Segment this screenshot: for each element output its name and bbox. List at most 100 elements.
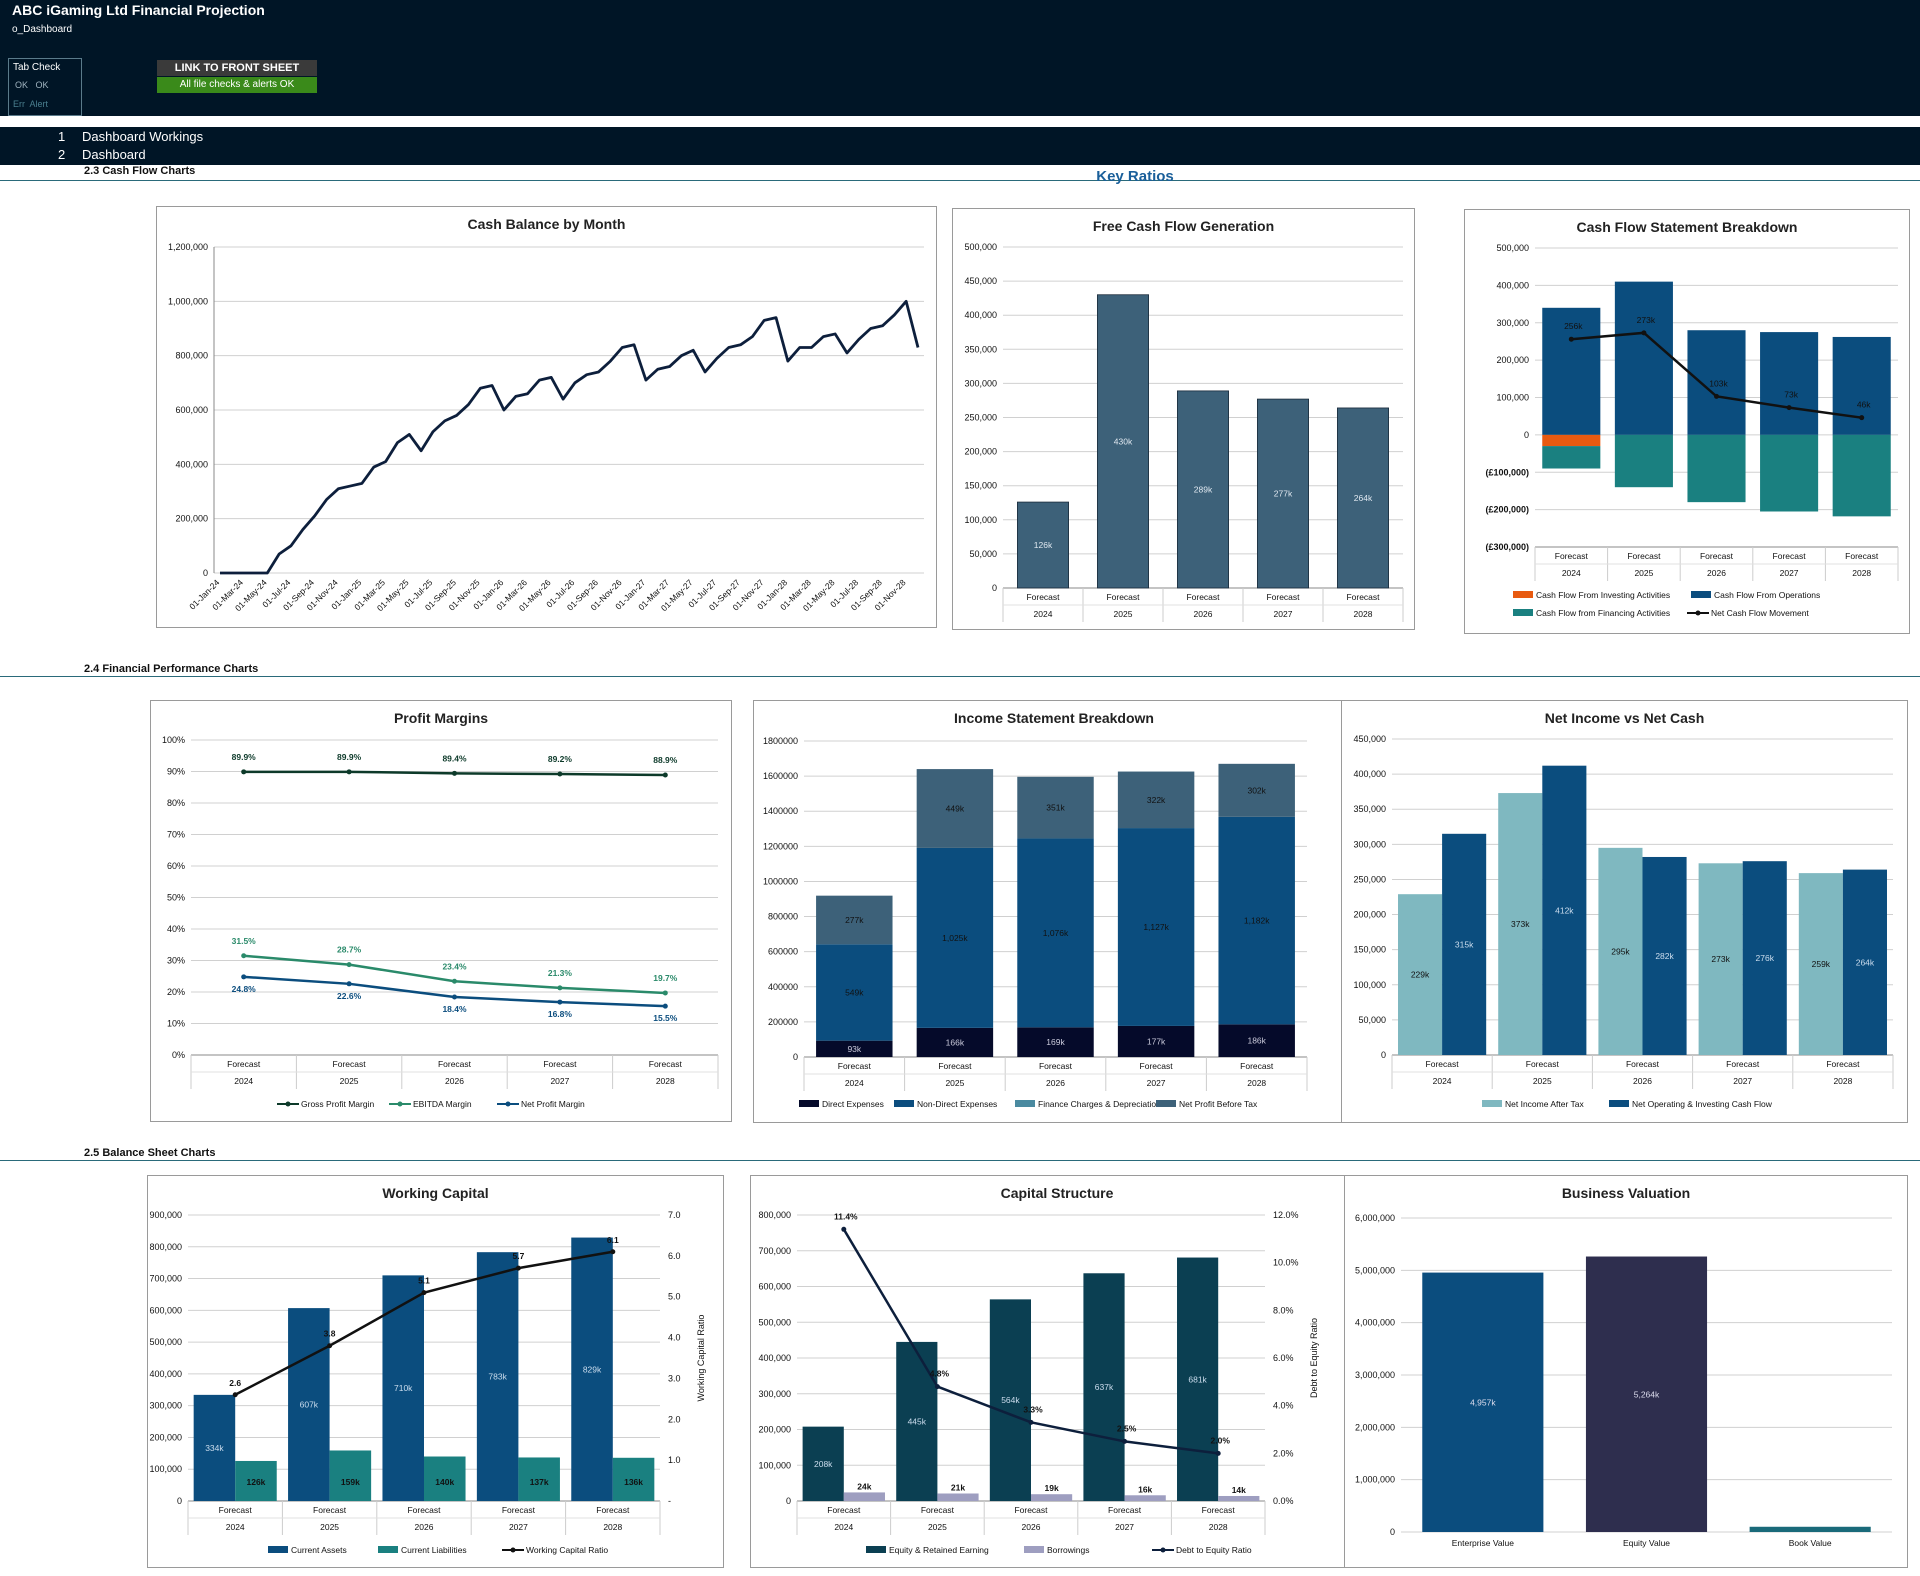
- y-tick-label: 0: [992, 583, 997, 593]
- data-label: 430k: [1114, 436, 1133, 446]
- data-label: 351k: [1046, 803, 1065, 813]
- chart-svg: Free Cash Flow Generation 0 50,000 100,000 1…: [964, 218, 1404, 622]
- nav-item-dashboard[interactable]: 2 Dashboard: [58, 147, 146, 162]
- x-tick-label: 2028: [1247, 1078, 1266, 1088]
- y-tick-label: 500,000: [758, 1317, 791, 1327]
- header-bar: ABC iGaming Ltd Financial Projection o_D…: [0, 0, 1920, 116]
- section-divider: [0, 676, 1920, 677]
- data-label: 24k: [857, 1481, 871, 1491]
- x-tick-label: Forecast: [1826, 1059, 1860, 1069]
- x-tick-label: Forecast: [1626, 1059, 1660, 1069]
- line-marker: [421, 1290, 427, 1296]
- data-label: 169k: [1046, 1037, 1065, 1047]
- data-label: 295k: [1611, 946, 1630, 956]
- data-label: 166k: [946, 1037, 965, 1047]
- nav-item-dashboard-workings[interactable]: 1 Dashboard Workings: [58, 129, 203, 144]
- chart-svg: Capital Structure 0 100,000 200,000 300,000 4…: [758, 1185, 1319, 1555]
- y-tick-label: 600,000: [149, 1305, 182, 1315]
- x-tick-label: Forecast: [1266, 592, 1300, 602]
- chart-profit-margins: Profit Margins 0% 10% 20% 30% 40% 50% 60% 70% 80%…: [150, 700, 732, 1122]
- chart-svg: Net Income vs Net Cash 0 50,000 100,000 150,…: [1353, 710, 1894, 1109]
- bar-working-capital: [329, 1450, 372, 1501]
- y-tick-label: 50,000: [1358, 1015, 1386, 1025]
- y-tick-label: 60%: [167, 861, 185, 871]
- legend-swatch: [1609, 1100, 1629, 1107]
- y-tick-label: 0: [1524, 430, 1529, 440]
- data-label: 73k: [1784, 390, 1798, 400]
- line-marker: [346, 769, 352, 775]
- x-tick-label: Forecast: [827, 1505, 861, 1515]
- data-label: 15.5%: [653, 1013, 678, 1023]
- y-tick-label: 100,000: [1353, 980, 1386, 990]
- x-tick-label: Forecast: [1202, 1505, 1236, 1515]
- y2-tick-label: 1.0: [668, 1455, 681, 1465]
- x-tick-label: Forecast: [1526, 1059, 1560, 1069]
- data-label: 126k: [247, 1477, 266, 1487]
- y-tick-label: 400,000: [175, 459, 208, 469]
- bar-valuation: [1749, 1526, 1871, 1532]
- section-heading-balance-sheet: 2.5 Balance Sheet Charts: [84, 1147, 216, 1159]
- y2-tick-label: 4.0: [668, 1333, 681, 1343]
- bar-investing: [1542, 434, 1601, 447]
- y-tick-label: 1200000: [763, 841, 798, 851]
- legend-label: Non-Direct Expenses: [917, 1099, 997, 1109]
- line-marker: [557, 771, 563, 777]
- line-marker: [557, 999, 563, 1005]
- x-tick-label: Forecast: [1240, 1061, 1274, 1071]
- y2-tick-label: -: [668, 1496, 671, 1506]
- legend-label: Cash Flow From Operations: [1714, 590, 1820, 600]
- chart-business-valuation: Business Valuation 0 1,000,000 2,000,000 3,0…: [1344, 1175, 1908, 1568]
- data-label: 2.5%: [1117, 1423, 1137, 1433]
- section-divider: [0, 180, 1920, 181]
- front-sheet-link-button[interactable]: LINK TO FRONT SHEET: [157, 60, 317, 76]
- y2-tick-label: 10.0%: [1273, 1258, 1299, 1268]
- data-label: 89.4%: [442, 753, 467, 763]
- data-label: 28.7%: [337, 945, 362, 955]
- data-label: 607k: [300, 1400, 319, 1410]
- x-tick-label: Forecast: [938, 1061, 972, 1071]
- data-label: 5.7: [512, 1251, 524, 1261]
- y-tick-label: 0%: [172, 1050, 185, 1060]
- y-tick-label: 400,000: [149, 1369, 182, 1379]
- y-tick-label: 70%: [167, 830, 185, 840]
- x-tick-label: Forecast: [1026, 592, 1060, 602]
- y-tick-label: 200,000: [149, 1432, 182, 1442]
- x-tick-label: 2027: [1780, 568, 1799, 578]
- nav-number: 1: [58, 129, 66, 144]
- legend-swatch: [1513, 609, 1533, 616]
- y-tick-label: 40%: [167, 924, 185, 934]
- x-tick-label: 2028: [1852, 568, 1871, 578]
- data-label: 89.9%: [232, 752, 257, 762]
- chart-capital-structure: Capital Structure 0 100,000 200,000 300,000 4…: [750, 1175, 1364, 1568]
- data-label: 21k: [951, 1482, 965, 1492]
- chart-cash-flow-breakdown: Cash Flow Statement Breakdown (£300,000) (…: [1464, 209, 1910, 634]
- y2-tick-label: 6.0%: [1273, 1353, 1294, 1363]
- x-tick-label: 2027: [550, 1076, 569, 1086]
- line-marker: [346, 962, 352, 968]
- y-tick-label: 800000: [768, 912, 798, 922]
- x-tick-label: 2024: [234, 1076, 253, 1086]
- line-marker: [327, 1343, 333, 1349]
- legend-label: Working Capital Ratio: [526, 1545, 608, 1555]
- data-label: 89.9%: [337, 752, 362, 762]
- y-tick-label: 30%: [167, 956, 185, 966]
- data-label: 681k: [1188, 1374, 1207, 1384]
- y-tick-label: 1400000: [763, 806, 798, 816]
- chart-svg: Cash Balance by Month 0 200,000 400,000 600,…: [168, 216, 924, 613]
- x-tick-label: 2026: [1046, 1078, 1065, 1088]
- x-tick-label: 2026: [1022, 1522, 1041, 1532]
- chart-net-income-vs-cash: Net Income vs Net Cash 0 50,000 100,000 150,…: [1341, 700, 1908, 1123]
- x-tick-label: Forecast: [1726, 1059, 1760, 1069]
- sheet-name: o_Dashboard: [12, 24, 73, 35]
- x-tick-label: Forecast: [1186, 592, 1220, 602]
- legend-swatch: [1691, 591, 1711, 598]
- y-tick-label: 10%: [167, 1019, 185, 1029]
- data-label: 549k: [845, 987, 864, 997]
- y-tick-label: 400,000: [1353, 769, 1386, 779]
- y-tick-label: 800,000: [175, 351, 208, 361]
- data-label: 16k: [1138, 1484, 1152, 1494]
- bar-capital: [1218, 1495, 1260, 1501]
- legend-label: EBITDA Margin: [413, 1099, 472, 1109]
- y-tick-label: 400,000: [758, 1353, 791, 1363]
- chart-svg: Business Valuation 0 1,000,000 2,000,000 3,0…: [1355, 1185, 1892, 1548]
